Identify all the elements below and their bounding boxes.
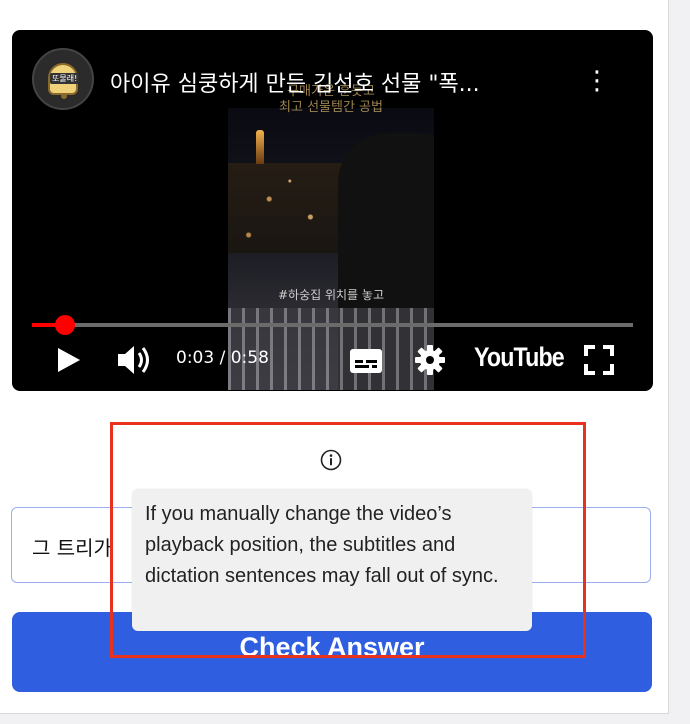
info-tooltip: If you manually change the video’s playb… (132, 489, 532, 631)
youtube-logo[interactable]: YouTube (474, 342, 565, 373)
volume-icon[interactable] (116, 343, 154, 377)
gear-icon[interactable] (414, 344, 446, 376)
overlay-caption-line: 최고 선물템간 공법 (279, 100, 383, 115)
time-display: 0:03 / 0:58 (176, 348, 269, 368)
tower (256, 130, 264, 164)
frame-caption: #하숭집 위치를 놓고 (277, 288, 384, 302)
channel-badge: 또물래! (50, 73, 80, 84)
progress-bar[interactable] (32, 315, 633, 335)
fullscreen-icon[interactable] (584, 345, 614, 375)
info-icon[interactable] (320, 449, 342, 471)
kebab-menu-icon[interactable]: ⋮ (584, 66, 610, 96)
subtitles-icon[interactable] (349, 348, 383, 374)
channel-avatar[interactable]: 또물래! (32, 48, 94, 110)
video-player[interactable]: #하숭집 위치를 놓고 구매가운 훈듯고 최고 선물템간 공법 또물래! 아이유… (12, 30, 653, 391)
video-title[interactable]: 아이유 심쿵하게 만든 김선호 선물 "폭... (110, 66, 480, 98)
play-icon[interactable] (56, 346, 82, 374)
progress-thumb[interactable] (55, 315, 76, 335)
page: #하숭집 위치를 놓고 구매가운 훈듯고 최고 선물템간 공법 또물래! 아이유… (0, 0, 669, 714)
